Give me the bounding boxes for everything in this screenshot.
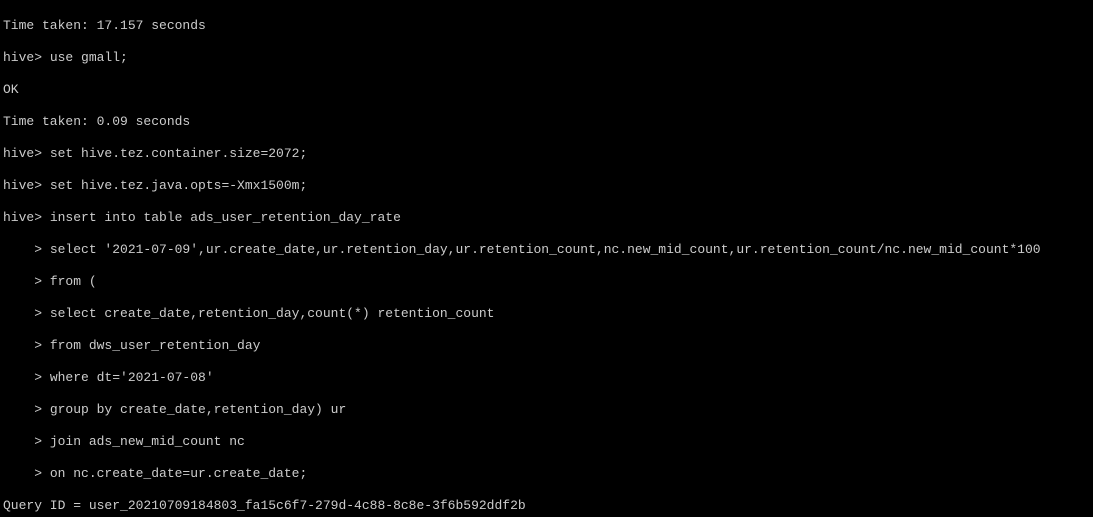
- output-line: hive> use gmall;: [3, 50, 1090, 66]
- output-line: > group by create_date,retention_day) ur: [3, 402, 1090, 418]
- output-line: Query ID = user_20210709184803_fa15c6f7-…: [3, 498, 1090, 514]
- output-line: hive> set hive.tez.java.opts=-Xmx1500m;: [3, 178, 1090, 194]
- output-line: Time taken: 0.09 seconds: [3, 114, 1090, 130]
- output-line: > where dt='2021-07-08': [3, 370, 1090, 386]
- output-line: Time taken: 17.157 seconds: [3, 18, 1090, 34]
- terminal[interactable]: Time taken: 17.157 seconds hive> use gma…: [0, 0, 1093, 517]
- output-line: > join ads_new_mid_count nc: [3, 434, 1090, 450]
- output-line: hive> set hive.tez.container.size=2072;: [3, 146, 1090, 162]
- output-line: > from (: [3, 274, 1090, 290]
- output-line: > select create_date,retention_day,count…: [3, 306, 1090, 322]
- output-line: OK: [3, 82, 1090, 98]
- output-line: hive> insert into table ads_user_retenti…: [3, 210, 1090, 226]
- output-line: > select '2021-07-09',ur.create_date,ur.…: [3, 242, 1090, 258]
- output-line: > on nc.create_date=ur.create_date;: [3, 466, 1090, 482]
- output-line: > from dws_user_retention_day: [3, 338, 1090, 354]
